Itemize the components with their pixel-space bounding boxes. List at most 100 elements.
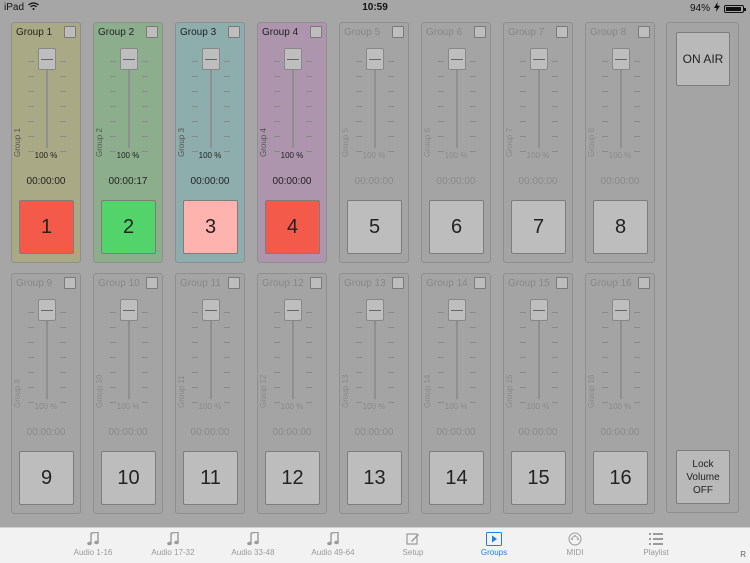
- group-trigger-button[interactable]: 3: [183, 200, 238, 254]
- group-select-checkbox[interactable]: [146, 26, 158, 38]
- group-trigger-button[interactable]: 9: [19, 451, 74, 505]
- group-select-checkbox[interactable]: [392, 277, 404, 289]
- tab-audio-1-16[interactable]: Audio 1-16: [53, 530, 133, 557]
- tab-midi[interactable]: MIDI: [535, 530, 615, 557]
- fader-tick: [224, 342, 230, 343]
- fader-tick: [602, 121, 608, 122]
- volume-fader-knob[interactable]: [530, 48, 548, 70]
- fader-tick: [110, 312, 116, 313]
- fader-tick: [224, 121, 230, 122]
- volume-percent: 100 %: [444, 402, 468, 411]
- group-select-checkbox[interactable]: [392, 26, 404, 38]
- volume-fader-knob[interactable]: [38, 48, 56, 70]
- tab-audio-17-32[interactable]: Audio 17-32: [133, 530, 213, 557]
- volume-fader-knob[interactable]: [202, 299, 220, 321]
- fader-tick: [192, 136, 198, 137]
- group-name: Group 5: [344, 27, 381, 38]
- group-select-checkbox[interactable]: [310, 277, 322, 289]
- group-select-checkbox[interactable]: [228, 26, 240, 38]
- group-select-checkbox[interactable]: [638, 277, 650, 289]
- fader-tick: [552, 312, 558, 313]
- group-trigger-button[interactable]: 5: [347, 200, 402, 254]
- tab-playlist[interactable]: Playlist: [616, 530, 696, 557]
- group-trigger-button[interactable]: 13: [347, 451, 402, 505]
- fader-tick: [192, 387, 198, 388]
- group-select-checkbox[interactable]: [310, 26, 322, 38]
- elapsed-time: 00:00:00: [600, 176, 640, 187]
- group-name: Group 8: [590, 27, 627, 38]
- list-icon: [616, 530, 696, 548]
- fader-tick: [28, 372, 34, 373]
- fader-tick: [602, 76, 608, 77]
- group-select-checkbox[interactable]: [474, 277, 486, 289]
- group-select-checkbox[interactable]: [64, 26, 76, 38]
- volume-fader-knob[interactable]: [612, 48, 630, 70]
- tab-audio-33-48[interactable]: Audio 33-48: [213, 530, 293, 557]
- fader-tick: [60, 357, 66, 358]
- group-trigger-button[interactable]: 11: [183, 451, 238, 505]
- tab-label: Audio 1-16: [73, 548, 113, 557]
- group-channel: Group 8 Group 8 100 % 00:00:00 8: [585, 22, 655, 263]
- group-trigger-button[interactable]: 10: [101, 451, 156, 505]
- fader-tick: [552, 372, 558, 373]
- tab-bar: Audio 1-16 Audio 17-32 Audio 33-48 Audio 49…: [0, 527, 750, 563]
- elapsed-time: 00:00:00: [272, 427, 312, 438]
- volume-fader-knob[interactable]: [38, 299, 56, 321]
- group-select-checkbox[interactable]: [146, 277, 158, 289]
- fader-tick: [274, 372, 280, 373]
- group-trigger-button[interactable]: 15: [511, 451, 566, 505]
- group-trigger-button[interactable]: 2: [101, 200, 156, 254]
- group-name: Group 16: [590, 278, 632, 289]
- tab-audio-49-64[interactable]: Audio 49-64: [293, 530, 373, 557]
- fader-tick: [192, 121, 198, 122]
- volume-fader-knob[interactable]: [120, 299, 138, 321]
- group-select-checkbox[interactable]: [556, 277, 568, 289]
- volume-fader-knob[interactable]: [284, 299, 302, 321]
- volume-fader-knob[interactable]: [366, 299, 384, 321]
- elapsed-time: 00:00:00: [518, 176, 558, 187]
- fader-tick: [552, 136, 558, 137]
- volume-fader-knob[interactable]: [612, 299, 630, 321]
- fader-tick: [306, 121, 312, 122]
- volume-fader-knob[interactable]: [448, 48, 466, 70]
- tab-groups[interactable]: Groups: [454, 530, 534, 557]
- fader-tick: [438, 136, 444, 137]
- volume-fader-knob[interactable]: [202, 48, 220, 70]
- volume-fader-knob[interactable]: [530, 299, 548, 321]
- fader-tick: [520, 121, 526, 122]
- group-select-checkbox[interactable]: [556, 26, 568, 38]
- group-select-checkbox[interactable]: [64, 277, 76, 289]
- fader-tick: [306, 357, 312, 358]
- group-trigger-button[interactable]: 8: [593, 200, 648, 254]
- fader-tick: [274, 312, 280, 313]
- group-select-checkbox[interactable]: [474, 26, 486, 38]
- tab-setup[interactable]: Setup: [373, 530, 453, 557]
- group-trigger-button[interactable]: 14: [429, 451, 484, 505]
- elapsed-time: 00:00:17: [108, 176, 148, 187]
- fader-tick: [634, 91, 640, 92]
- group-trigger-button[interactable]: 6: [429, 200, 484, 254]
- volume-percent: 100 %: [526, 151, 550, 160]
- volume-fader-knob[interactable]: [448, 299, 466, 321]
- group-select-checkbox[interactable]: [228, 277, 240, 289]
- fader-tick: [356, 327, 362, 328]
- volume-fader-knob[interactable]: [120, 48, 138, 70]
- fader-tick: [274, 387, 280, 388]
- lock-volume-button[interactable]: Lock Volume OFF: [676, 450, 730, 504]
- group-trigger-button[interactable]: 12: [265, 451, 320, 505]
- volume-fader-knob[interactable]: [366, 48, 384, 70]
- fader-tick: [110, 387, 116, 388]
- group-trigger-button[interactable]: 1: [19, 200, 74, 254]
- elapsed-time: 00:00:00: [26, 176, 66, 187]
- volume-fader-knob[interactable]: [284, 48, 302, 70]
- fader-tick: [470, 61, 476, 62]
- fader-tick: [552, 91, 558, 92]
- tab-label: Audio 49-64: [311, 548, 355, 557]
- on-air-button[interactable]: ON AIR: [676, 32, 730, 86]
- group-trigger-button[interactable]: 16: [593, 451, 648, 505]
- group-trigger-button[interactable]: 7: [511, 200, 566, 254]
- fader-tick: [306, 312, 312, 313]
- group-trigger-button[interactable]: 4: [265, 200, 320, 254]
- fader-tick: [602, 327, 608, 328]
- group-select-checkbox[interactable]: [638, 26, 650, 38]
